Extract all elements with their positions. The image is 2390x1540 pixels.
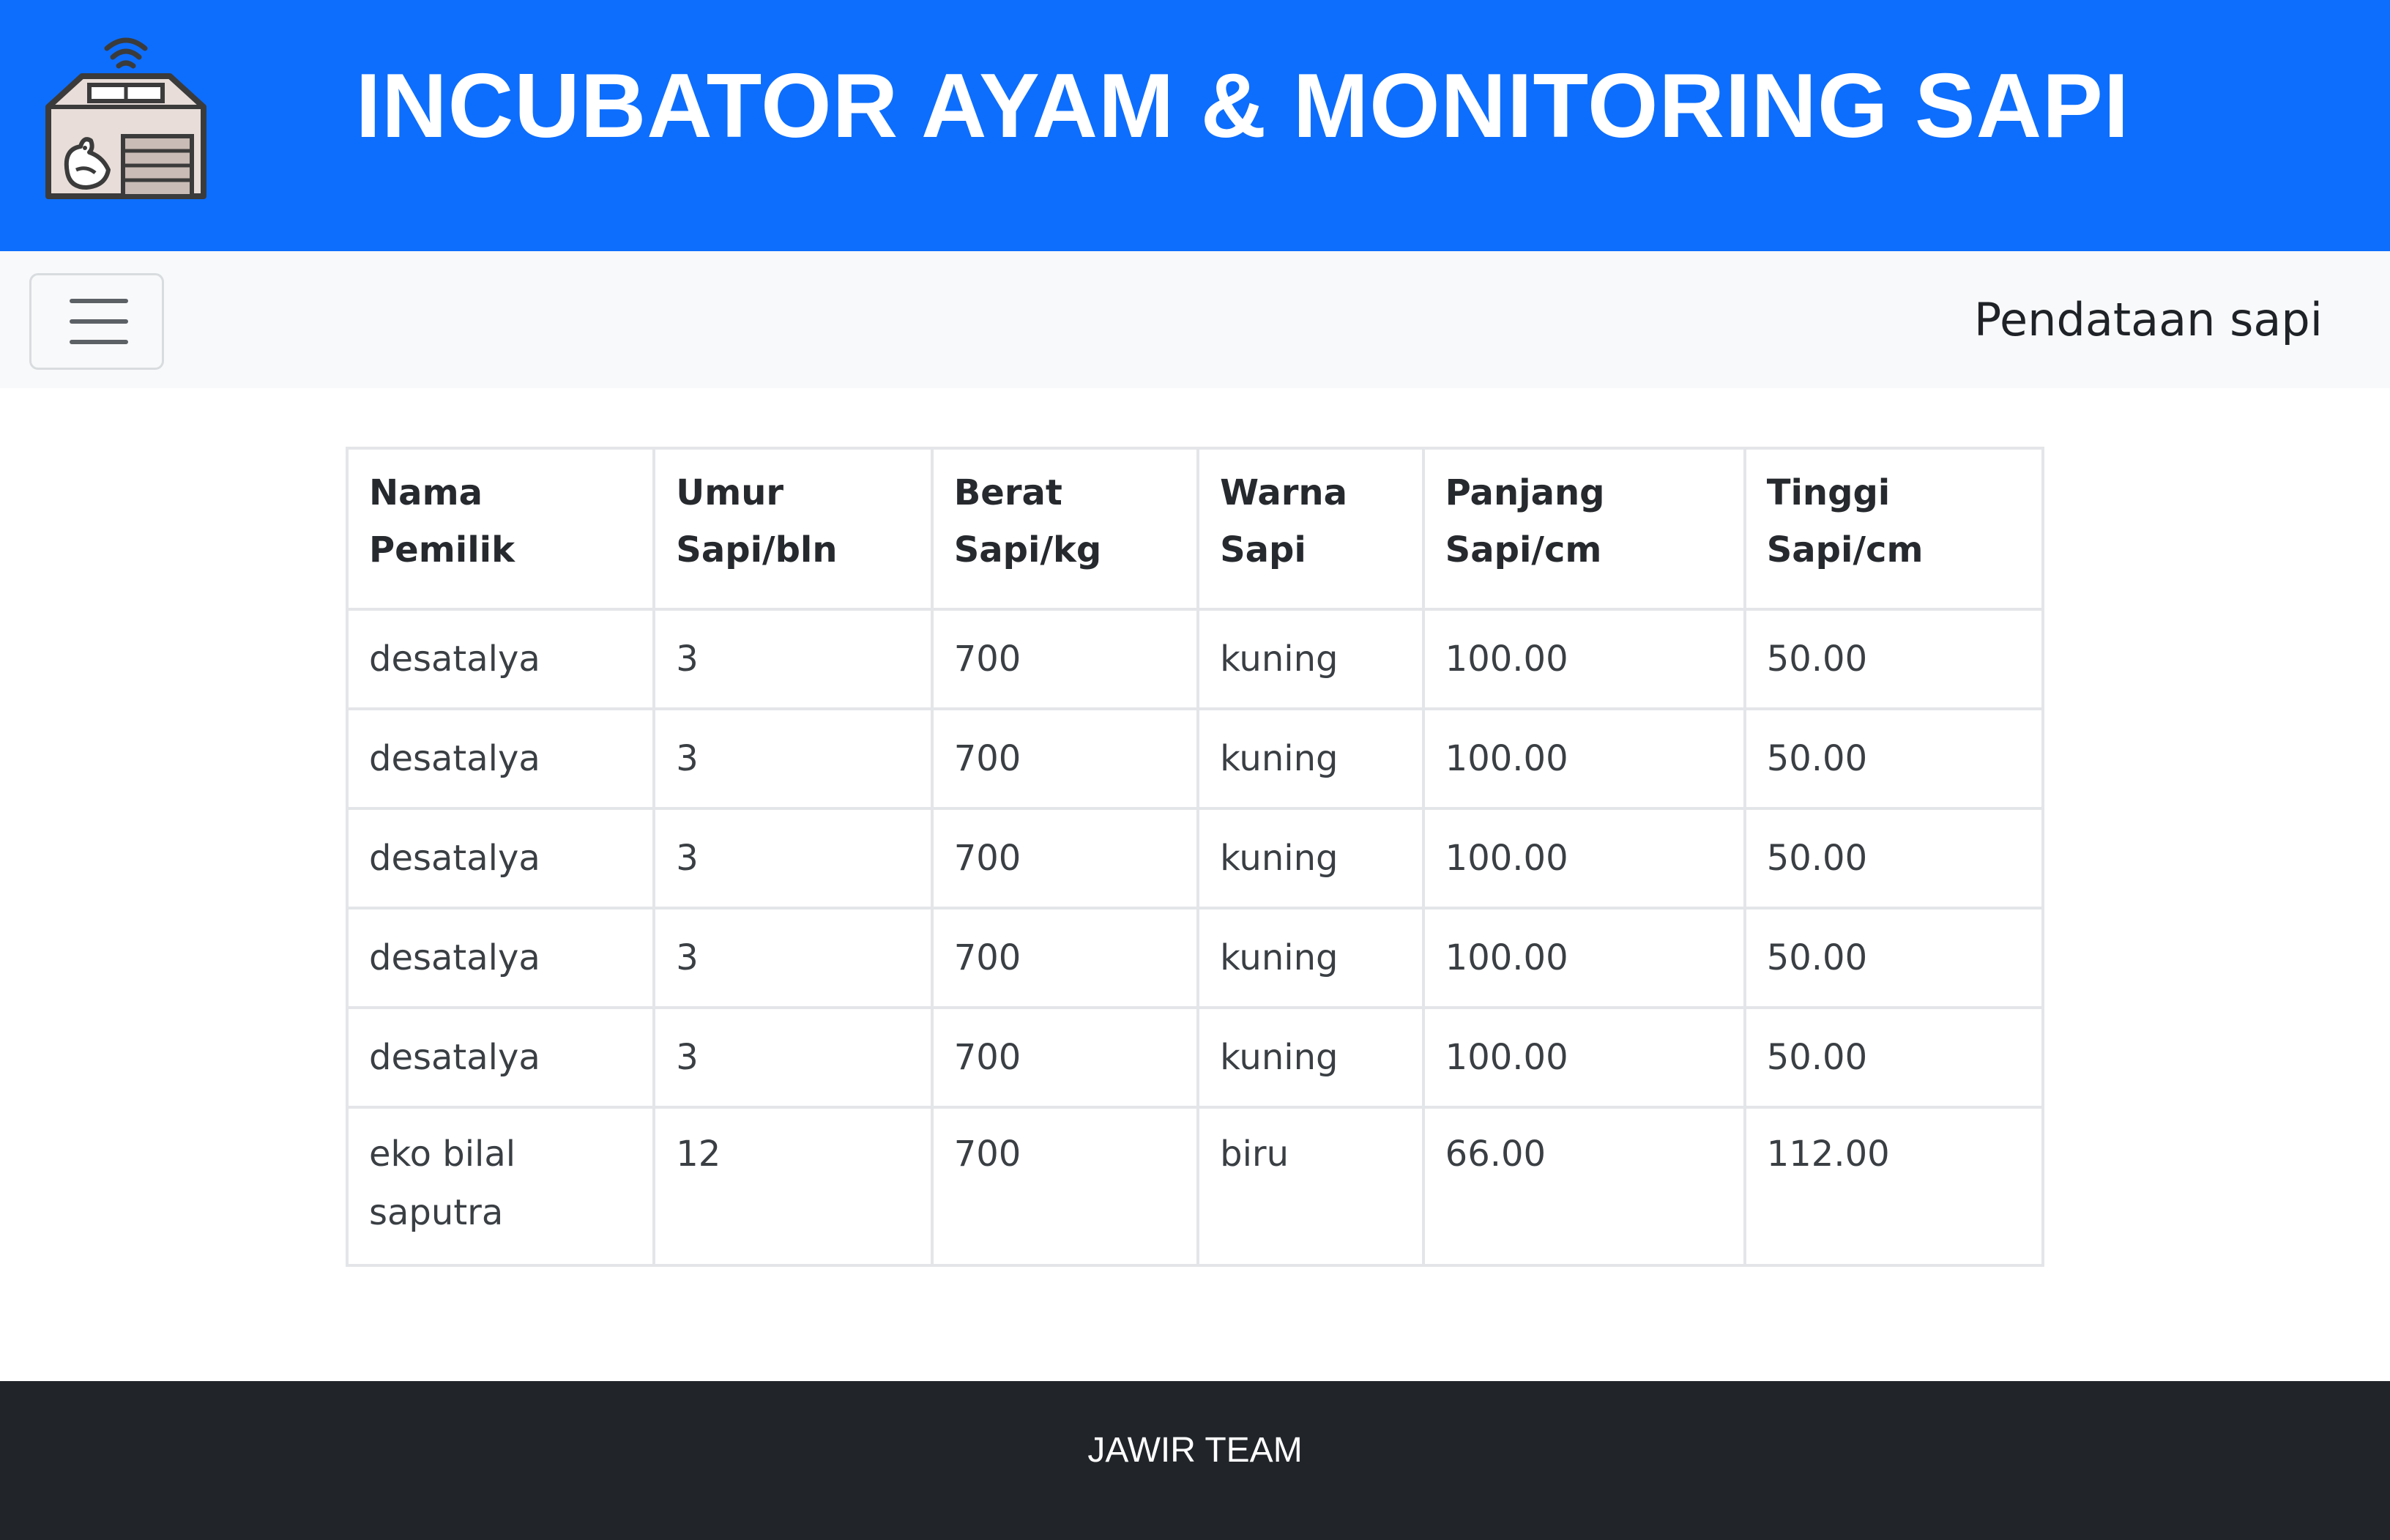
cell-age: 3 [652,1006,934,1109]
cell-owner: eko bilal saputra [345,1106,656,1267]
cell-height: 50.00 [1743,1006,2045,1109]
cell-owner: desatalya [345,1006,656,1109]
cell-color: biru [1196,1106,1425,1267]
cell-owner: desatalya [345,807,656,910]
app-title: INCUBATOR AYAM & MONITORING SAPI [355,56,2130,157]
cell-length: 66.00 [1421,1106,1746,1267]
app-header: INCUBATOR AYAM & MONITORING SAPI [0,0,2390,251]
table-row: desatalya 3 700 kuning 100.00 50.00 [345,907,2045,1009]
cattle-data-table: Nama Pemilik Umur Sapi/bln Berat Sapi/kg… [345,447,2045,1267]
table-row: desatalya 3 700 kuning 100.00 50.00 [345,807,2045,910]
cell-weight: 700 [930,608,1200,710]
cell-owner: desatalya [345,707,656,810]
table-row: desatalya 3 700 kuning 100.00 50.00 [345,1006,2045,1109]
cell-length: 100.00 [1421,608,1746,710]
cell-color: kuning [1196,807,1425,910]
cell-length: 100.00 [1421,1006,1746,1109]
cell-weight: 700 [930,807,1200,910]
cell-length: 100.00 [1421,907,1746,1009]
column-header-owner: Nama Pemilik [345,447,656,611]
column-header-color: Warna Sapi [1196,447,1425,611]
column-header-age: Umur Sapi/bln [652,447,934,611]
column-header-weight: Berat Sapi/kg [930,447,1200,611]
cell-color: kuning [1196,907,1425,1009]
navbar: Pendataan sapi [0,251,2390,388]
cell-length: 100.00 [1421,807,1746,910]
cell-age: 12 [652,1106,934,1267]
table-header-row: Nama Pemilik Umur Sapi/bln Berat Sapi/kg… [345,447,2045,611]
cell-height: 50.00 [1743,608,2045,710]
cell-age: 3 [652,907,934,1009]
nav-link-pendataan-sapi[interactable]: Pendataan sapi [1974,251,2323,388]
page-footer: JAWIR TEAM [0,1381,2390,1540]
cell-color: kuning [1196,608,1425,710]
cell-owner: desatalya [345,907,656,1009]
cell-age: 3 [652,807,934,910]
cell-weight: 700 [930,1006,1200,1109]
column-header-height: Tinggi Sapi/cm [1743,447,2045,611]
cell-weight: 700 [930,707,1200,810]
cell-owner: desatalya [345,608,656,710]
table-row: desatalya 3 700 kuning 100.00 50.00 [345,608,2045,710]
cell-height: 50.00 [1743,807,2045,910]
cell-weight: 700 [930,1106,1200,1267]
cell-height: 50.00 [1743,707,2045,810]
cell-age: 3 [652,707,934,810]
column-header-length: Panjang Sapi/cm [1421,447,1746,611]
table-row: eko bilal saputra 12 700 biru 66.00 112.… [345,1106,2045,1267]
cell-height: 112.00 [1743,1106,2045,1267]
cell-height: 50.00 [1743,907,2045,1009]
cattle-data-table-container: Nama Pemilik Umur Sapi/bln Berat Sapi/kg… [345,447,2045,1267]
table-row: desatalya 3 700 kuning 100.00 50.00 [345,707,2045,810]
cell-color: kuning [1196,1006,1425,1109]
cell-weight: 700 [930,907,1200,1009]
cell-age: 3 [652,608,934,710]
cell-color: kuning [1196,707,1425,810]
footer-text: JAWIR TEAM [1087,1431,1303,1470]
cell-length: 100.00 [1421,707,1746,810]
navbar-toggler-button[interactable] [29,273,164,370]
